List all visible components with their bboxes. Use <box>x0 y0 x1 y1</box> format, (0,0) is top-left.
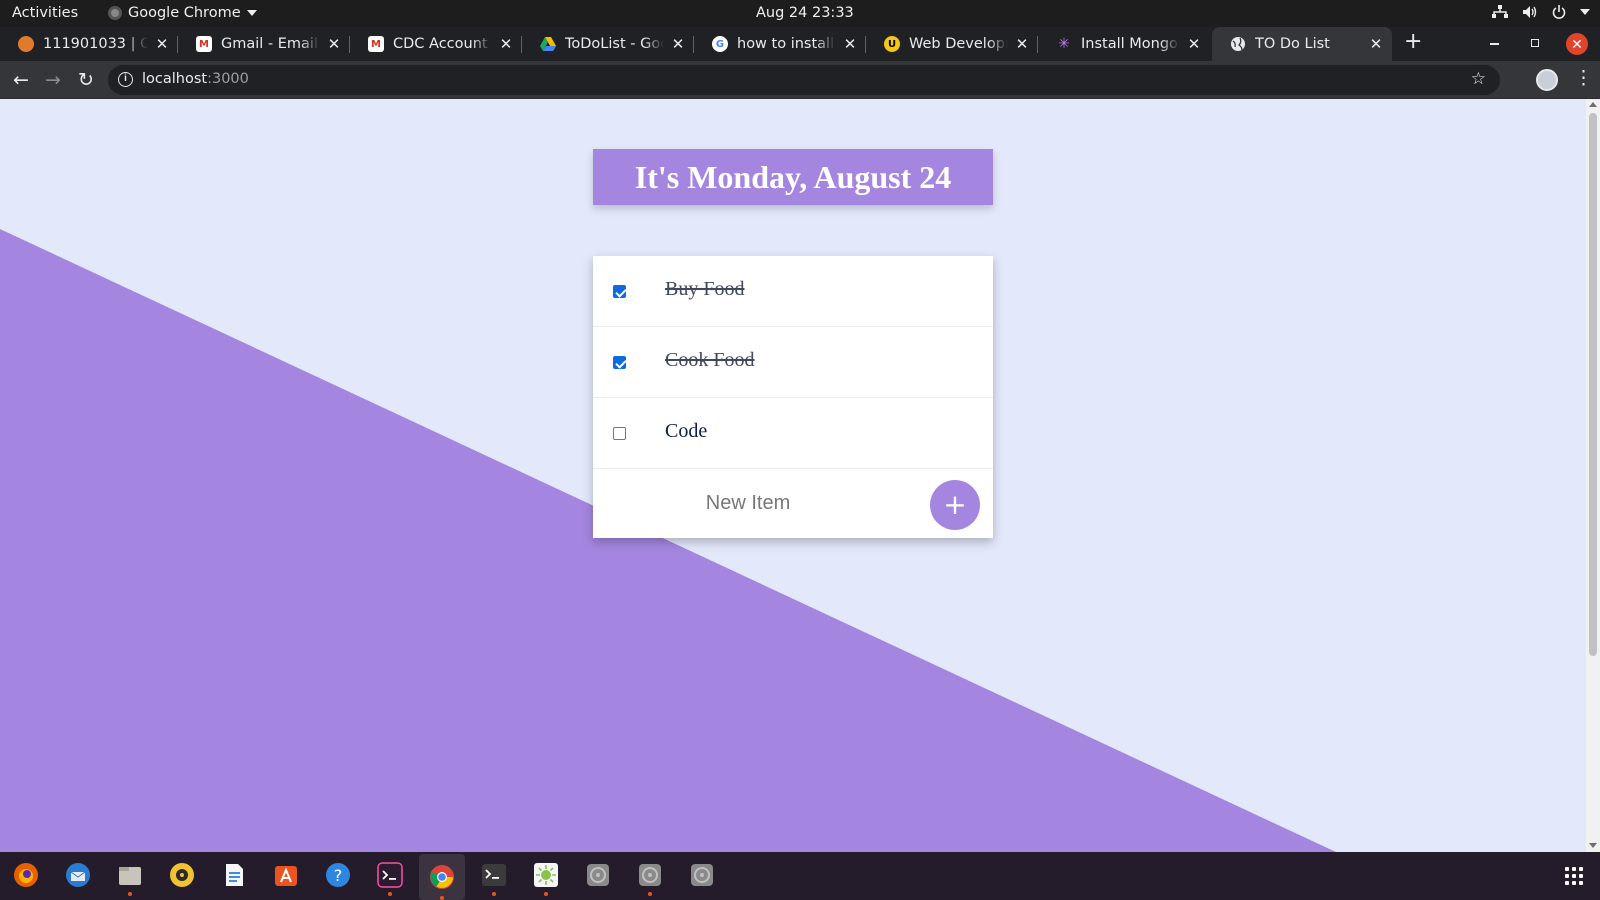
disk-icon-2[interactable] <box>633 858 667 896</box>
page-viewport: It's Monday, August 24 Buy Food Cook Foo… <box>0 99 1586 852</box>
thunderbird-icon[interactable] <box>61 858 95 892</box>
tab-title: Web Developme <box>909 36 1008 52</box>
tab-strip: 111901033 | Care ✕ M Gmail - Email fro ✕… <box>0 27 1600 61</box>
tab-title: how to install m <box>737 36 836 52</box>
gmail-icon: M <box>368 36 384 52</box>
todo-label: Buy Food <box>665 278 745 300</box>
close-icon[interactable]: ✕ <box>1186 35 1202 53</box>
tab-title: 111901033 | Care <box>43 36 148 52</box>
close-icon[interactable]: ✕ <box>1014 35 1030 53</box>
libreoffice-writer-icon[interactable] <box>217 858 251 892</box>
page-scrollbar[interactable] <box>1586 99 1600 852</box>
todo-list: Buy Food Cook Food Code + <box>593 256 993 538</box>
close-icon[interactable]: ✕ <box>670 35 686 53</box>
tab-title: CDC Account Re <box>393 36 492 52</box>
chevron-down-icon <box>246 10 257 16</box>
reload-icon[interactable]: ↻ <box>73 67 99 93</box>
url-text[interactable]: localhost:3000 <box>142 71 249 87</box>
settings-sun-icon[interactable] <box>529 858 563 896</box>
udemy-icon: U <box>884 36 900 52</box>
gmail-icon: M <box>196 36 212 52</box>
browser-tab[interactable]: U Web Developme ✕ <box>866 27 1038 61</box>
google-drive-icon <box>540 37 556 51</box>
close-icon[interactable]: ✕ <box>154 35 170 53</box>
todo-item: Buy Food <box>593 256 993 327</box>
scroll-up-arrow-icon[interactable] <box>1589 102 1597 107</box>
app-menu-label: Google Chrome <box>128 5 241 21</box>
dock: ? <box>0 852 1600 900</box>
browser-tab-active[interactable]: TO Do List ✕ <box>1212 27 1392 61</box>
chevron-down-icon <box>1580 9 1590 15</box>
tab-title: TO Do List <box>1255 36 1330 52</box>
software-center-icon[interactable] <box>269 858 303 892</box>
system-tray[interactable] <box>1492 5 1590 19</box>
todo-label: Cook Food <box>665 349 755 371</box>
show-applications-grid-icon[interactable] <box>1565 867 1583 885</box>
tab-title: ToDoList - Goog <box>565 36 664 52</box>
volume-icon <box>1523 6 1537 18</box>
chrome-mini-icon <box>108 6 122 20</box>
browser-toolbar: ← → ↻ i localhost:3000 ☆ ⋮ <box>0 61 1600 99</box>
browser-tab[interactable]: ToDoList - Goog ✕ <box>522 27 694 61</box>
firefox-icon[interactable] <box>9 858 43 892</box>
help-icon[interactable]: ? <box>321 858 355 892</box>
sparkle-icon: ✳ <box>1058 36 1070 52</box>
browser-tab[interactable]: 111901033 | Care ✕ <box>0 27 178 61</box>
bookmark-star-icon[interactable]: ☆ <box>1471 69 1486 89</box>
system-top-bar: Activities Google Chrome Aug 24 23:33 <box>0 0 1600 27</box>
add-item-button[interactable]: + <box>930 480 980 530</box>
terminal-pink-icon[interactable] <box>373 858 407 896</box>
scroll-down-arrow-icon[interactable] <box>1589 843 1597 848</box>
forward-arrow-icon[interactable]: → <box>40 67 66 93</box>
close-icon[interactable]: ✕ <box>842 35 858 53</box>
rhythmbox-icon[interactable] <box>165 858 199 892</box>
menu-kebab-icon[interactable]: ⋮ <box>1574 67 1593 90</box>
clock[interactable]: Aug 24 23:33 <box>756 5 854 21</box>
terminal-icon[interactable] <box>477 858 511 896</box>
network-icon <box>1492 5 1508 18</box>
new-item-row: + <box>593 469 993 537</box>
browser-tab[interactable]: G how to install m ✕ <box>694 27 866 61</box>
maximize-icon[interactable] <box>1531 39 1539 47</box>
tab-title: Gmail - Email fro <box>221 36 320 52</box>
heading-box: It's Monday, August 24 <box>593 149 993 205</box>
files-icon[interactable] <box>113 858 147 896</box>
power-icon <box>1552 5 1566 19</box>
close-icon[interactable]: ✕ <box>1368 35 1384 53</box>
tab-title: Install MongoDB <box>1081 36 1180 52</box>
chrome-icon[interactable] <box>419 854 465 900</box>
activities-button[interactable]: Activities <box>12 5 78 21</box>
globe-icon <box>1231 37 1245 51</box>
new-item-input[interactable] <box>633 483 863 523</box>
todo-item: Cook Food <box>593 327 993 398</box>
todo-label: Code <box>665 420 708 442</box>
svg-text:?: ? <box>334 866 343 885</box>
browser-tab[interactable]: M Gmail - Email fro ✕ <box>178 27 350 61</box>
page-title: It's Monday, August 24 <box>634 158 952 195</box>
new-tab-button[interactable]: + <box>1404 29 1422 54</box>
address-bar[interactable]: i localhost:3000 ☆ <box>108 65 1500 95</box>
disk-icon-3[interactable] <box>685 858 719 892</box>
scrollbar-thumb[interactable] <box>1589 113 1597 656</box>
info-icon[interactable]: i <box>118 72 133 87</box>
google-icon: G <box>712 36 728 52</box>
minimize-icon[interactable] <box>1490 43 1499 45</box>
todo-checkbox[interactable] <box>613 427 626 440</box>
close-icon[interactable]: ✕ <box>498 35 514 53</box>
swirl-icon <box>18 36 34 52</box>
app-menu[interactable]: Google Chrome <box>108 5 257 21</box>
todo-checkbox[interactable] <box>613 356 626 369</box>
disk-icon[interactable] <box>581 858 615 892</box>
url-host: localhost <box>142 71 208 87</box>
close-icon[interactable]: ✕ <box>326 35 342 53</box>
close-window-icon[interactable]: ✕ <box>1566 33 1588 55</box>
todo-checkbox[interactable] <box>613 285 626 298</box>
browser-tab[interactable]: ✳ Install MongoDB ✕ <box>1038 27 1210 61</box>
profile-avatar[interactable] <box>1536 69 1558 91</box>
browser-tab[interactable]: M CDC Account Re ✕ <box>350 27 522 61</box>
back-arrow-icon[interactable]: ← <box>8 67 34 93</box>
url-port: :3000 <box>207 71 249 87</box>
todo-item: Code <box>593 398 993 469</box>
